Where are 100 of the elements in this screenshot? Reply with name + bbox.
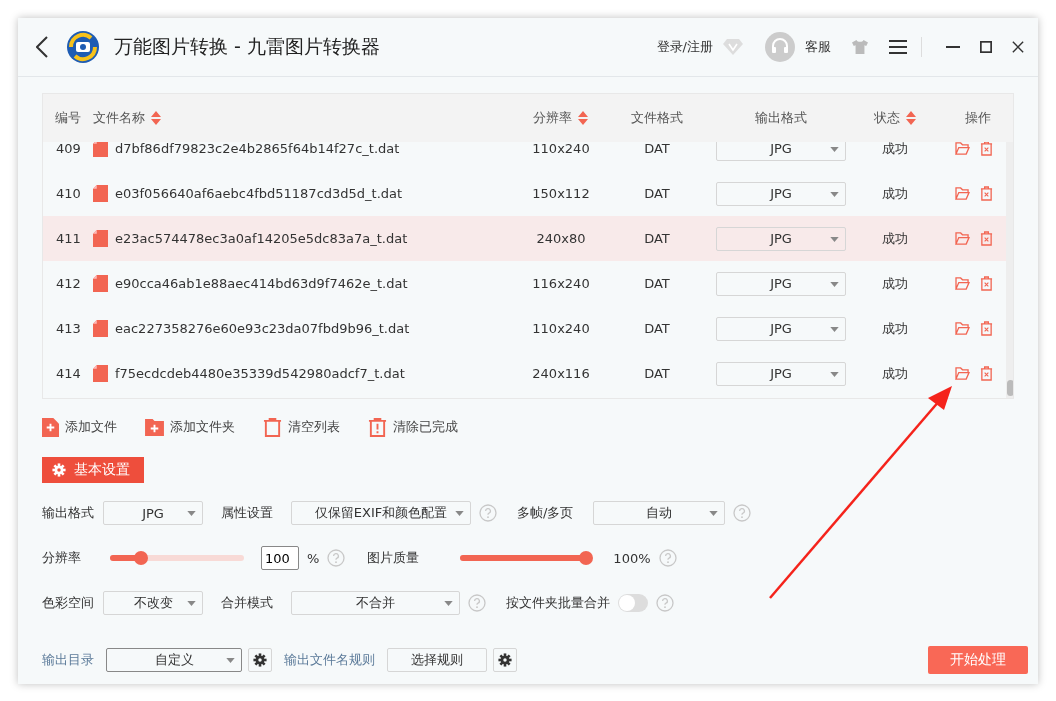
table-cell-text: 110x240 [531, 142, 591, 156]
caret-icon [830, 371, 839, 377]
table-cell-text: 412 [55, 276, 82, 291]
table-row[interactable]: 412 e90cca46ab1e88aec414bd63d9f7462e_t.dat 116x240 DAT JPG 成功 [43, 261, 1006, 306]
caret-icon [187, 511, 196, 516]
settings-button[interactable] [248, 648, 272, 672]
output-format-dropdown[interactable]: JPG [716, 316, 846, 341]
resolution-input[interactable]: 100 [261, 546, 299, 570]
output-format-dropdown[interactable]: JPG [716, 271, 846, 296]
multi-frame-dropdown[interactable]: 自动 [593, 501, 725, 525]
table-cell-text: DAT [643, 186, 671, 201]
delete-icon[interactable] [979, 276, 993, 291]
toolbar-button[interactable]: 清除已完成 [368, 417, 458, 437]
output-format-dropdown[interactable]: JPG [716, 226, 846, 251]
setting-label: 色彩空间 [42, 594, 95, 612]
help-icon[interactable] [327, 549, 346, 567]
select-rule-button[interactable]: 选择规则 [387, 648, 487, 672]
table-row[interactable]: 414 f75ecdcdeb4480e35339d542980adcf7_t.dat 240x116 DAT JPG 成功 [43, 351, 1006, 396]
delete-icon[interactable] [979, 186, 993, 201]
setting-label: 分辨率 [42, 549, 82, 567]
output-dir-dropdown[interactable]: 自定义 [106, 648, 242, 672]
table-cell-text: 成功 [881, 184, 909, 203]
sort-icon[interactable] [904, 110, 917, 126]
customer-service-link[interactable]: 客服 [805, 38, 831, 56]
table-cell-text: 240x116 [531, 366, 591, 381]
table-cell-text: 成功 [881, 274, 909, 293]
tshirt-icon[interactable] [851, 39, 869, 55]
delete-icon[interactable] [979, 321, 993, 336]
setting-label: 属性设置 [221, 504, 274, 522]
caret-icon [830, 236, 839, 242]
delete-icon[interactable] [979, 231, 993, 246]
attributes-dropdown[interactable]: 仅保留EXIF和颜色配置 [291, 501, 471, 525]
table-cell: e90cca46ab1e88aec414bd63d9f7462e_t.dat [115, 276, 408, 291]
sort-icon[interactable] [577, 110, 589, 126]
sort-icon[interactable] [150, 110, 162, 126]
caret-icon [709, 511, 718, 516]
table-row[interactable]: 413 eac227358276e60e93c23da07fbd9b96_t.dat 110x240 DAT JPG 成功 [43, 306, 1006, 351]
headset-avatar-icon[interactable] [765, 32, 795, 62]
login-link[interactable]: 登录/注册 [656, 38, 713, 56]
folder-icon[interactable] [954, 367, 970, 380]
table-cell-text: 409 [55, 142, 82, 156]
table-row[interactable]: 409 d7bf86df79823c2e4b2865f64b14f27c_t.dat 110x240 DAT JPG 成功 [43, 142, 1006, 171]
setting-label: 按文件夹批量合并 [506, 594, 610, 612]
column-header[interactable]: 分辨率 [533, 109, 572, 127]
maximize-icon[interactable] [980, 41, 992, 53]
merge-toggle[interactable] [618, 594, 648, 612]
toolbar-button[interactable]: 添加文件夹 [145, 418, 235, 436]
table-cell: d7bf86df79823c2e4b2865f64b14f27c_t.dat [115, 142, 400, 156]
output-format-dropdown[interactable]: JPG [716, 181, 846, 206]
delete-icon[interactable] [979, 366, 993, 381]
basic-settings-tab[interactable]: 基本设置 [42, 457, 144, 483]
folder-icon[interactable] [954, 187, 970, 200]
table-cell-text: 116x240 [531, 276, 591, 291]
folder-icon[interactable] [954, 277, 970, 290]
column-header[interactable]: 文件名称 [93, 109, 145, 127]
quality-reading: 100% [613, 550, 651, 566]
logo-icon [66, 30, 100, 64]
file-icon [93, 275, 108, 292]
file-icon [93, 185, 108, 202]
output-format-dropdown[interactable]: JPG [103, 501, 203, 525]
toolbar-button[interactable]: 添加文件 [42, 417, 117, 437]
table-cell-text: DAT [643, 276, 671, 291]
caret-icon [830, 326, 839, 332]
column-header: 输出格式 [755, 109, 807, 127]
gear-icon [253, 653, 267, 667]
column-header[interactable]: 状态 [873, 109, 900, 127]
output-format-dropdown[interactable]: JPG [716, 142, 846, 161]
help-icon[interactable] [479, 504, 497, 522]
help-icon[interactable] [656, 594, 674, 612]
table-cell-text: 成功 [881, 364, 909, 383]
menu-icon[interactable] [889, 40, 907, 54]
table-cell-text: 240x80 [535, 231, 587, 246]
folder-icon[interactable] [954, 232, 970, 245]
close-icon[interactable] [1012, 41, 1024, 53]
delete-icon[interactable] [979, 142, 993, 156]
output-format-dropdown[interactable]: JPG [716, 361, 846, 386]
folder-icon[interactable] [954, 322, 970, 335]
file-icon [93, 320, 108, 337]
setting-label: 输出格式 [42, 504, 95, 522]
caret-icon [444, 601, 453, 606]
table-row[interactable]: 410 e03f056640af6aebc4fbd51187cd3d5d_t.dat 150x112 DAT JPG 成功 [43, 171, 1006, 216]
table-cell: e23ac574478ec3a0af14205e5dc83a7a_t.dat [115, 231, 408, 246]
table-cell-text: 110x240 [531, 321, 591, 336]
caret-icon [830, 281, 839, 287]
toolbar-button[interactable]: 清空列表 [263, 417, 340, 437]
help-icon[interactable] [733, 504, 751, 522]
merge-mode-dropdown[interactable]: 不合并 [291, 591, 460, 615]
setting-label: 图片质量 [367, 549, 421, 567]
settings-button[interactable] [493, 648, 517, 672]
column-header: 编号 [55, 109, 81, 127]
table-cell-text: 成功 [881, 319, 909, 338]
help-icon[interactable] [468, 594, 486, 612]
color-space-dropdown[interactable]: 不改变 [103, 591, 203, 615]
scrollbar-thumb[interactable] [1007, 380, 1013, 396]
window-title: 万能图片转换 - 九雷图片转换器 [114, 34, 380, 59]
gear-icon [498, 653, 512, 667]
help-icon[interactable] [658, 549, 677, 567]
folder-icon[interactable] [954, 142, 970, 155]
table-row[interactable]: 411 e23ac574478ec3a0af14205e5dc83a7a_t.dat 240x80 DAT JPG 成功 [43, 216, 1006, 261]
back-icon[interactable] [36, 36, 48, 58]
